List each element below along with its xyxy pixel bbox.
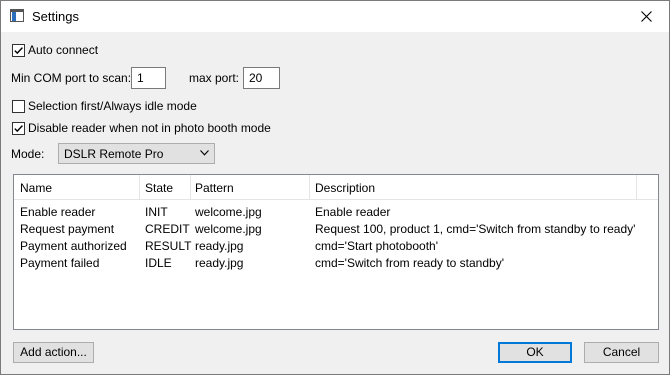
row-pattern: welcome.jpg bbox=[195, 222, 262, 236]
column-divider[interactable] bbox=[309, 175, 310, 199]
cancel-button[interactable]: Cancel bbox=[584, 342, 659, 363]
column-header-state[interactable]: State bbox=[145, 181, 173, 195]
column-header-name[interactable]: Name bbox=[20, 181, 52, 195]
row-state: RESULT bbox=[145, 239, 192, 253]
disable-reader-label: Disable reader when not in photo booth m… bbox=[28, 121, 271, 135]
actions-table[interactable]: Name State Pattern Description Enable re… bbox=[13, 174, 659, 330]
min-com-port-label: Min COM port to scan: bbox=[11, 71, 132, 85]
selection-first-checkbox[interactable]: Selection first/Always idle mode bbox=[12, 98, 197, 114]
table-row[interactable]: Payment authorized RESULT ready.jpg cmd=… bbox=[14, 237, 658, 254]
row-description: Request 100, product 1, cmd='Switch from… bbox=[315, 222, 636, 236]
mode-select[interactable]: DSLR Remote Pro bbox=[58, 143, 215, 164]
column-divider[interactable] bbox=[190, 175, 191, 199]
row-pattern: ready.jpg bbox=[195, 239, 244, 253]
row-state: CREDIT bbox=[145, 222, 190, 236]
row-description: Enable reader bbox=[315, 205, 391, 219]
row-state: IDLE bbox=[145, 256, 172, 270]
checkmark-icon bbox=[14, 46, 23, 54]
row-name: Request payment bbox=[20, 222, 115, 236]
mode-select-value: DSLR Remote Pro bbox=[64, 147, 164, 161]
mode-label: Mode: bbox=[11, 147, 45, 161]
row-name: Enable reader bbox=[20, 205, 96, 219]
column-header-pattern[interactable]: Pattern bbox=[195, 181, 234, 195]
max-port-input[interactable]: 20 bbox=[243, 67, 280, 89]
row-name: Payment authorized bbox=[20, 239, 127, 253]
window-title: Settings bbox=[32, 9, 79, 24]
row-description: cmd='Start photobooth' bbox=[315, 239, 438, 253]
selection-first-checkbox-box[interactable] bbox=[12, 99, 25, 113]
column-divider[interactable] bbox=[139, 175, 140, 199]
selection-first-label: Selection first/Always idle mode bbox=[28, 99, 197, 113]
auto-connect-checkbox[interactable]: Auto connect bbox=[12, 42, 98, 58]
auto-connect-checkbox-box[interactable] bbox=[12, 43, 25, 57]
column-header-description[interactable]: Description bbox=[315, 181, 375, 195]
row-name: Payment failed bbox=[20, 256, 100, 270]
ok-button[interactable]: OK bbox=[498, 342, 572, 363]
table-header: Name State Pattern Description bbox=[14, 175, 658, 200]
row-pattern: welcome.jpg bbox=[195, 205, 262, 219]
settings-dialog: Settings Auto connect Min COM port to sc… bbox=[0, 0, 670, 375]
min-com-port-input[interactable]: 1 bbox=[131, 67, 166, 89]
add-action-button[interactable]: Add action... bbox=[13, 342, 94, 363]
app-icon bbox=[10, 9, 24, 22]
close-button[interactable] bbox=[623, 1, 669, 32]
row-description: cmd='Switch from ready to standby' bbox=[315, 256, 504, 270]
table-row[interactable]: Payment failed IDLE ready.jpg cmd='Switc… bbox=[14, 254, 658, 271]
close-icon bbox=[640, 11, 652, 22]
disable-reader-checkbox[interactable]: Disable reader when not in photo booth m… bbox=[12, 120, 271, 136]
chevron-down-icon bbox=[200, 150, 209, 156]
checkmark-icon bbox=[14, 124, 23, 132]
table-row[interactable]: Enable reader INIT welcome.jpg Enable re… bbox=[14, 203, 658, 220]
title-bar: Settings bbox=[1, 1, 669, 32]
max-port-label: max port: bbox=[189, 71, 240, 85]
row-state: INIT bbox=[145, 205, 168, 219]
table-row[interactable]: Request payment CREDIT welcome.jpg Reque… bbox=[14, 220, 658, 237]
row-pattern: ready.jpg bbox=[195, 256, 244, 270]
auto-connect-label: Auto connect bbox=[28, 43, 99, 57]
column-divider[interactable] bbox=[636, 175, 637, 199]
disable-reader-checkbox-box[interactable] bbox=[12, 121, 25, 135]
